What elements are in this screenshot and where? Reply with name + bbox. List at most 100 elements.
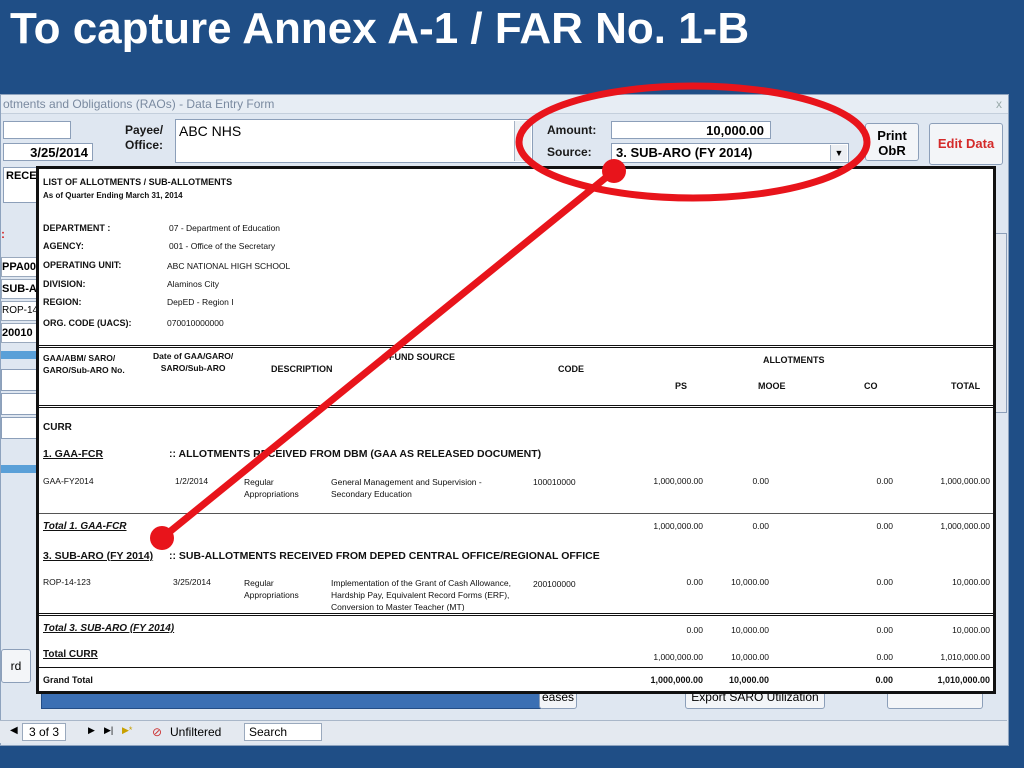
divider xyxy=(39,407,993,408)
cell-co: 0.00 xyxy=(876,476,893,486)
allotments-report: LIST OF ALLOTMENTS / SUB-ALLOTMENTS As o… xyxy=(36,166,996,694)
col-header-ps: PS xyxy=(675,381,688,391)
new-record-icon[interactable]: ▶* xyxy=(122,725,132,736)
cell-no: GAA-FY2014 xyxy=(43,476,94,486)
source-value: 3. SUB-ARO (FY 2014) xyxy=(616,145,753,160)
meta-label: ORG. CODE (UACS): xyxy=(43,318,132,328)
payee-value: ABC NHS xyxy=(179,123,242,139)
source-label: Source: xyxy=(547,145,592,159)
cell-total: 1,010,000.00 xyxy=(937,675,990,685)
left-field-7[interactable] xyxy=(1,417,39,439)
cell-total: 1,010,000.00 xyxy=(940,652,990,662)
meta-label: DEPARTMENT : xyxy=(43,223,111,233)
col-header-no: GAA/ABM/ SARO/ GARO/Sub-ARO No. xyxy=(43,353,125,375)
filter-status[interactable]: Unfiltered xyxy=(170,725,221,739)
cell-total: 10,000.00 xyxy=(952,577,990,587)
cell-total: 10,000.00 xyxy=(952,625,990,635)
cell-fund: Regular Appropriations xyxy=(244,578,299,600)
payee-label: Payee/ Office: xyxy=(125,123,164,152)
last-record-icon[interactable]: ▶| xyxy=(104,725,113,736)
filter-icon: ⊘ xyxy=(152,725,163,739)
prev-record-icon[interactable]: ◀ xyxy=(10,725,18,736)
left-field-1[interactable]: PPA00 xyxy=(1,257,39,277)
cell-co: 0.00 xyxy=(876,625,893,635)
cell-code: 200100000 xyxy=(533,579,576,589)
meta-label: OPERATING UNIT: xyxy=(43,260,122,270)
close-icon[interactable]: x xyxy=(996,95,1002,113)
rece-field[interactable]: RECE xyxy=(3,167,39,203)
chevron-down-icon[interactable]: ▼ xyxy=(514,121,531,161)
meta-label: DIVISION: xyxy=(43,279,86,289)
source-select[interactable]: 3. SUB-ARO (FY 2014) ▼ xyxy=(611,143,849,163)
meta-value: Alaminos City xyxy=(167,279,219,289)
meta-value: 07 - Department of Education xyxy=(169,223,281,233)
amount-field[interactable]: 10,000.00 xyxy=(611,121,771,139)
report-title: LIST OF ALLOTMENTS / SUB-ALLOTMENTS xyxy=(43,177,233,187)
chevron-down-icon[interactable]: ▼ xyxy=(830,145,847,161)
edit-data-button[interactable]: Edit Data xyxy=(929,123,1003,165)
cell-date: 1/2/2014 xyxy=(175,476,209,486)
cell-description: General Management and Supervision - Sec… xyxy=(331,477,482,499)
left-field-2[interactable]: SUB-AI xyxy=(1,279,39,299)
print-obr-button[interactable]: Print ObR xyxy=(865,123,919,161)
amount-label: Amount: xyxy=(547,123,597,137)
section-description: :: ALLOTMENTS RECEIVED FROM DBM (GAA AS … xyxy=(169,448,542,460)
col-header-total: TOTAL xyxy=(951,381,981,391)
cell-fund: Regular Appropriations xyxy=(244,477,299,499)
date-field[interactable]: 3/25/2014 xyxy=(3,143,93,161)
section-code: 3. SUB-ARO (FY 2014) xyxy=(43,550,154,562)
cell-mooe: 0.00 xyxy=(752,521,769,531)
section-description: :: SUB-ALLOTMENTS RECEIVED FROM DEPED CE… xyxy=(169,550,600,562)
divider xyxy=(39,613,993,614)
meta-value: 070010000000 xyxy=(167,318,224,328)
total-curr-label: Total CURR xyxy=(43,649,98,660)
cell-co: 0.00 xyxy=(875,675,893,685)
report-subtitle: As of Quarter Ending March 31, 2014 xyxy=(43,191,183,200)
left-field-5[interactable] xyxy=(1,369,39,391)
col-header-mooe: MOOE xyxy=(758,381,786,391)
cell-mooe: 10,000.00 xyxy=(731,577,769,587)
cell-mooe: 10,000.00 xyxy=(728,675,769,685)
left-field-4[interactable]: 20010 xyxy=(1,323,39,343)
cell-mooe: 10,000.00 xyxy=(731,625,769,635)
total-label: Total 3. SUB-ARO (FY 2014) xyxy=(43,623,175,634)
search-input[interactable]: Search xyxy=(244,723,322,741)
divider xyxy=(39,615,993,616)
grand-total-label: Grand Total xyxy=(43,675,93,685)
selection-bar xyxy=(1,465,37,473)
cell-co: 0.00 xyxy=(876,652,893,662)
meta-label: REGION: xyxy=(43,297,82,307)
total-label: Total 1. GAA-FCR xyxy=(43,521,127,532)
record-button[interactable]: rd xyxy=(1,649,31,683)
divider xyxy=(39,345,993,346)
cell-total: 1,000,000.00 xyxy=(940,521,990,531)
payee-field[interactable]: ABC NHS ▼ xyxy=(175,119,533,163)
col-header-co: CO xyxy=(864,381,878,391)
cell-co: 0.00 xyxy=(876,521,893,531)
cell-mooe: 10,000.00 xyxy=(731,652,769,662)
next-record-icon[interactable]: ▶ xyxy=(88,725,95,736)
meta-value: DepED - Region I xyxy=(167,297,234,307)
slide-title: To capture Annex A-1 / FAR No. 1-B xyxy=(10,4,750,53)
curr-label: CURR xyxy=(43,422,72,433)
record-navigation-bar: ◀ 3 of 3 ▶ ▶| ▶* ⊘ Unfiltered Search xyxy=(0,720,1007,743)
cell-date: 3/25/2014 xyxy=(173,577,211,587)
record-number-field[interactable]: 3 of 3 xyxy=(22,723,67,741)
col-header-fund-source: FUND SOURCE xyxy=(389,352,456,362)
col-header-code: CODE xyxy=(558,364,585,374)
left-field-6[interactable] xyxy=(1,393,39,415)
required-marker: : xyxy=(1,227,5,241)
left-field-3[interactable]: ROP-14- xyxy=(1,301,39,321)
divider xyxy=(39,667,993,668)
selection-bar xyxy=(1,351,37,359)
form-window-title: otments and Obligations (RAOs) - Data En… xyxy=(3,97,275,111)
section-code: 1. GAA-FCR xyxy=(43,448,104,460)
top-left-field[interactable] xyxy=(3,121,71,139)
meta-value: ABC NATIONAL HIGH SCHOOL xyxy=(167,261,291,271)
cell-no: ROP-14-123 xyxy=(43,577,91,587)
meta-label: AGENCY: xyxy=(43,241,84,251)
divider xyxy=(39,347,993,348)
divider xyxy=(39,405,993,406)
col-header-date: Date of GAA/GARO/ SARO/Sub-ARO xyxy=(153,351,234,373)
cell-mooe: 0.00 xyxy=(752,476,769,486)
